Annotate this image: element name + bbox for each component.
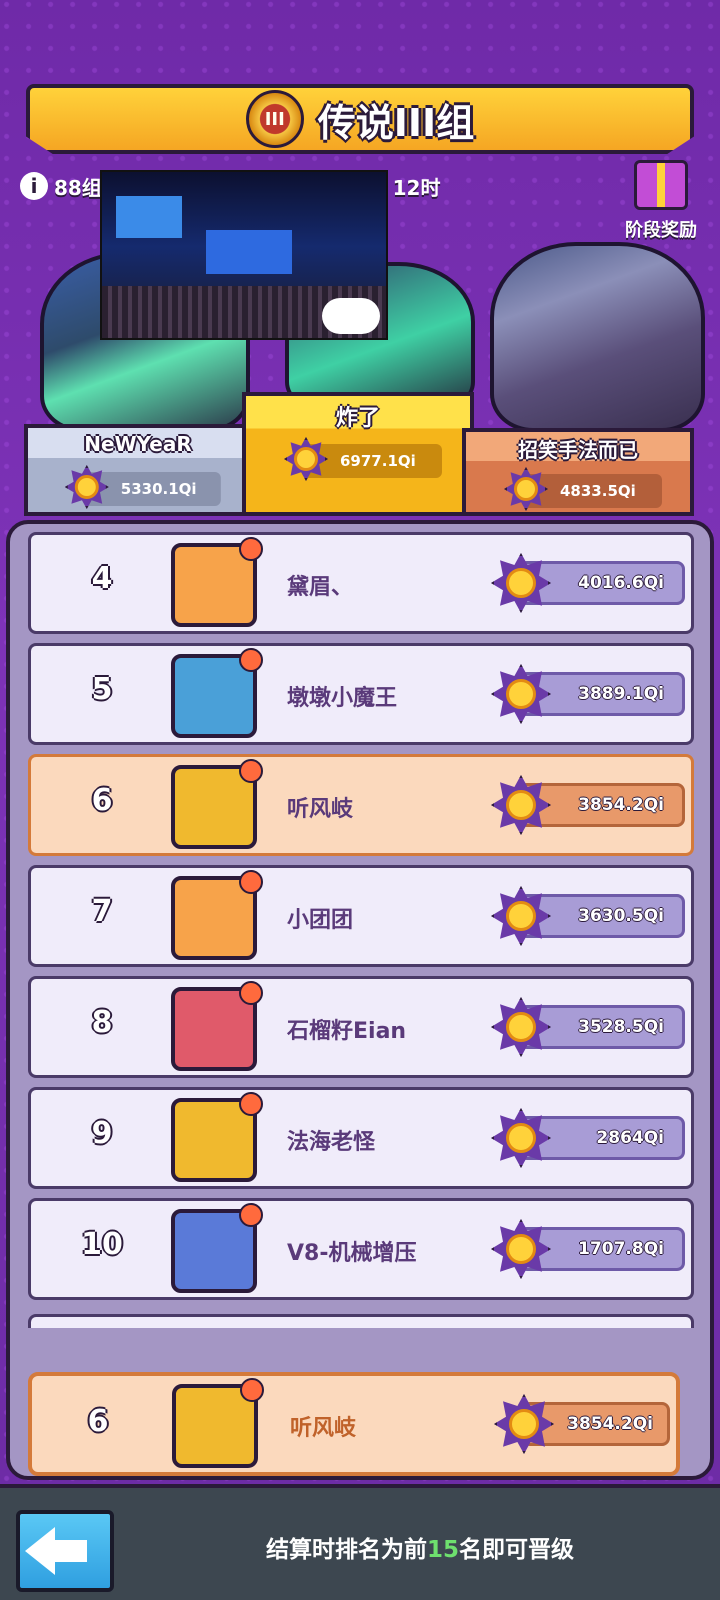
leaderboard-row[interactable]: 4 黛眉、 4016.6Qi [28,532,694,634]
score-star-icon [64,465,109,509]
video-stage-screen-left [116,196,182,238]
participant-count: 88组 [54,172,102,201]
player-avatar[interactable] [171,648,263,738]
player-name: 听风岐 [290,1416,357,1441]
back-button[interactable] [16,1510,114,1592]
player-name: 墩墩小魔王 [287,686,398,711]
player-name: 石榴籽Eian [287,1019,407,1044]
info-icon[interactable]: i [20,172,48,200]
avatar-badge-icon [239,537,263,561]
player-avatar[interactable] [171,981,263,1071]
rank-number: 9 [91,1116,113,1151]
leaderboard-row[interactable]: 8 石榴籽Eian 3528.5Qi [28,976,694,1078]
player-avatar[interactable] [172,1378,264,1468]
podium-score: 6977.1Qi [284,437,442,481]
player-name: 黛眉、 [287,575,354,600]
leaderboard-row[interactable]: 6 听风岐 3854.2Qi [28,754,694,856]
avatar-badge-icon [239,759,263,783]
player-name: 法海老怪 [287,1130,376,1155]
top-three-podium: NeWYeaR 5330.1Qi 炸了 6977.1Qi 招笑手法而已 4833… [0,170,720,522]
player-name: 小团团 [287,908,354,933]
gift-icon [634,160,688,210]
third-place-character [490,242,705,432]
player-avatar[interactable] [171,537,263,627]
avatar-badge-icon [239,1203,263,1227]
player-avatar[interactable] [171,759,263,849]
league-tier-badge-icon: III [245,90,304,148]
leaderboard-row[interactable]: 9 法海老怪 2864Qi [28,1087,694,1189]
rank-number: 10 [81,1227,123,1262]
podium-score-value: 5330.1Qi [120,480,197,498]
player-name: 听风岐 [287,797,354,822]
rank-number: 8 [91,1005,113,1040]
video-stage-screen-center [206,230,292,274]
league-title-banner: III 传说III组 [26,84,694,154]
promotion-hint-suffix: 名即可晋级 [459,1537,574,1563]
rank-number: 6 [87,1404,109,1439]
podium-player-name: NeWYeaR [84,432,192,456]
list-item-partial [28,1314,694,1328]
player-name: V8-机械增压 [287,1241,417,1266]
video-overlay[interactable] [100,170,388,340]
rank-number: 5 [91,672,113,707]
back-arrow-icon [25,1527,55,1575]
promotion-hint-prefix: 结算时排名为前 [265,1537,427,1563]
promotion-hint-number: 15 [426,1537,459,1563]
rank-number: 6 [91,783,113,818]
avatar-badge-icon [239,648,263,672]
player-avatar[interactable] [171,1203,263,1293]
flame-icon [240,1378,264,1402]
leaderboard-row[interactable]: 7 小团团 3630.5Qi [28,865,694,967]
rank-number: 7 [91,894,113,929]
rank-number: 4 [91,561,113,596]
player-avatar[interactable] [171,870,263,960]
podium-player-name: 招笑手法而已 [518,438,638,462]
leaderboard-row[interactable]: 10 V8-机械增压 1707.8Qi [28,1198,694,1300]
participant-count-suffix: 组 [81,175,102,200]
leaderboard-row[interactable]: 5 墩墩小魔王 3889.1Qi [28,643,694,745]
promotion-hint: 结算时排名为前15名即可晋级 [140,1530,700,1564]
podium-second-place[interactable]: NeWYeaR 5330.1Qi [24,424,252,516]
league-title: 传说III组 [317,100,475,145]
avatar-badge-icon [239,870,263,894]
stage-reward-button[interactable]: 阶段奖励 [616,160,706,242]
podium-player-name: 炸了 [335,406,380,431]
podium-third-place[interactable]: 招笑手法而已 4833.5Qi [462,428,694,516]
score-star-icon [284,437,328,481]
podium-score-value: 6977.1Qi [340,452,416,470]
podium-score-value: 4833.5Qi [560,482,636,500]
player-avatar[interactable] [171,1092,263,1182]
podium-score: 4833.5Qi [504,467,662,511]
leaderboard-list[interactable]: 4 黛眉、 4016.6Qi 5 墩墩小魔王 3889.1Qi 6 听风岐 3854.2Qi 7 小… [6,520,714,1480]
participant-count-number: 88 [54,175,82,200]
avatar-badge-icon [239,1092,263,1116]
cloud-icon [322,298,380,334]
bottom-bar: 结算时排名为前15名即可晋级 [0,1484,720,1600]
my-rank-row[interactable]: 6 听风岐 3854.2Qi [28,1372,680,1476]
avatar-badge-icon [239,981,263,1005]
podium-first-place[interactable]: 炸了 6977.1Qi [242,392,474,516]
podium-score: 5330.1Qi [64,465,221,509]
league-tier-badge-label: III [264,108,285,130]
score-star-icon [504,467,548,511]
back-arrow-tail [53,1540,87,1562]
